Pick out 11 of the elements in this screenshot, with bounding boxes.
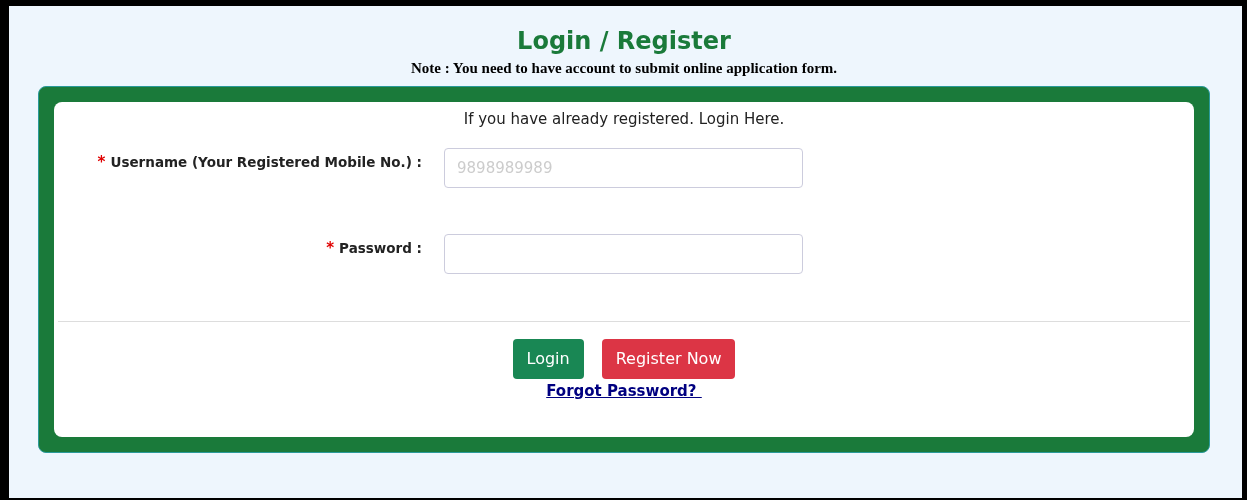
required-mark: * [326,238,335,257]
intro-text: If you have already registered. Login Here. [462,109,786,130]
password-field[interactable] [444,233,803,274]
field-label: Password : [339,238,422,257]
required-mark: * [97,152,106,171]
forgot-password-link[interactable]: Forgot Password? [546,381,702,400]
note-text: Note : You need to have account to submit online application form. [409,59,839,78]
field-label: Username (Your Registered Mobile No.) : [110,152,422,171]
page-title: Login / Register [516,26,732,56]
login-button[interactable]: Login [512,338,584,379]
register-button[interactable]: Register Now [601,338,736,379]
